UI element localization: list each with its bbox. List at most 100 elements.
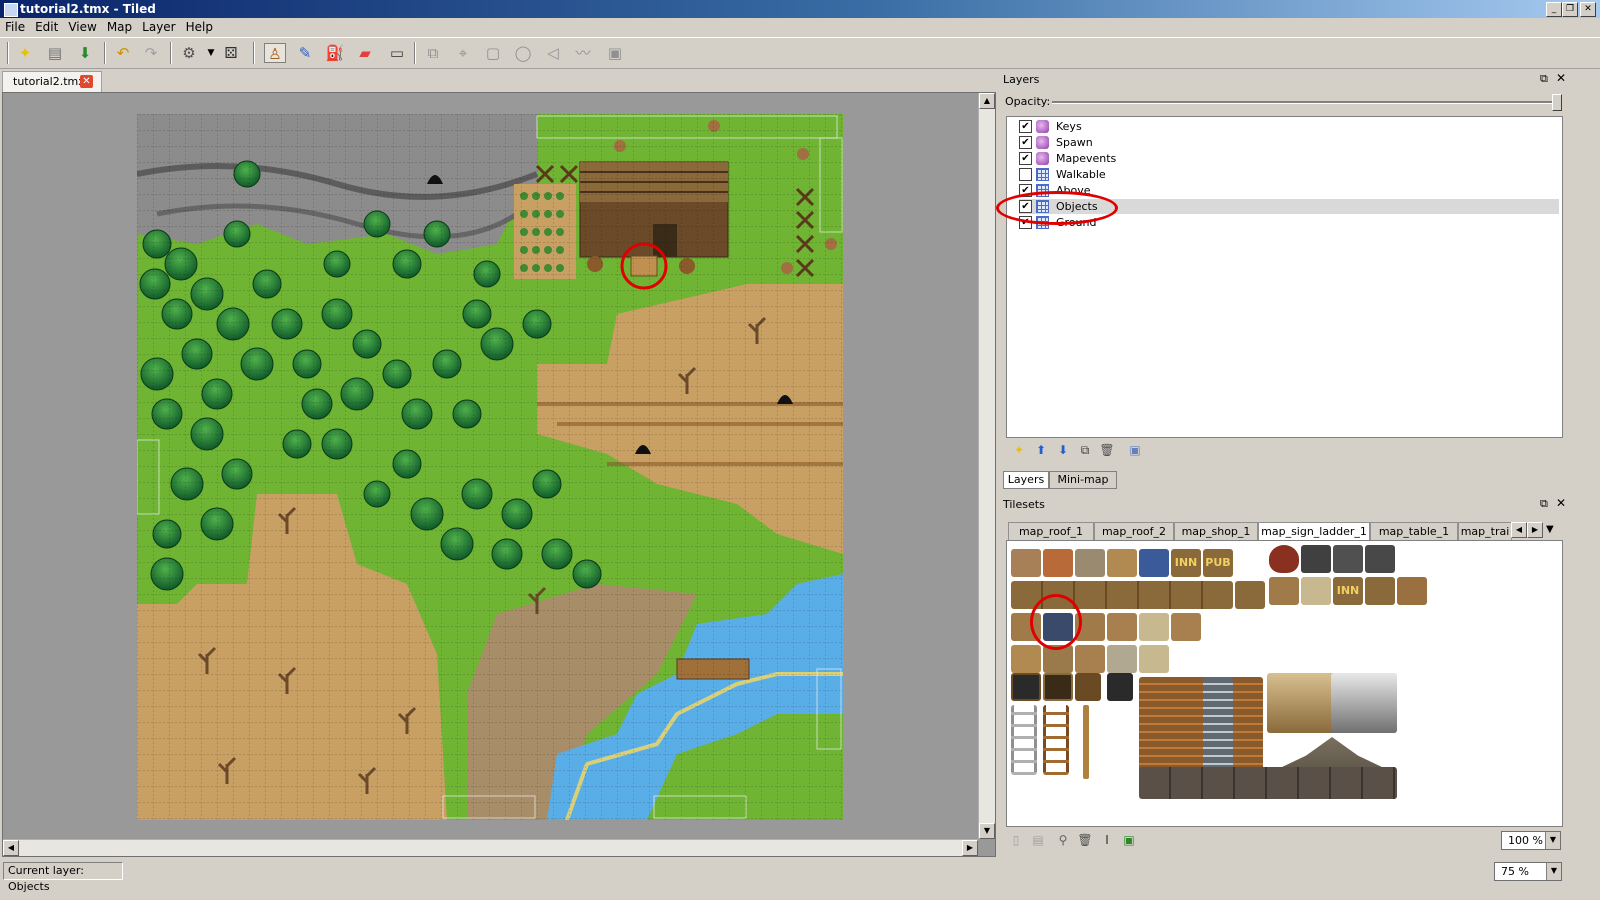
insert-polyline-icon[interactable]: 〰 xyxy=(572,43,594,63)
edit-polygons-icon[interactable]: ⌖ xyxy=(452,43,474,63)
dice-icon[interactable]: ⚄ xyxy=(220,43,242,63)
tileset-tab-map-roof-1[interactable]: map_roof_1 xyxy=(1008,522,1094,540)
tile-swatch[interactable] xyxy=(1269,577,1299,605)
tileset-properties-icon[interactable]: ⚲ xyxy=(1055,832,1071,848)
new-icon[interactable]: ✦ xyxy=(14,43,36,63)
tile-swatch[interactable] xyxy=(1139,549,1169,577)
tile-swatch[interactable] xyxy=(1397,577,1427,605)
menu-help[interactable]: Help xyxy=(181,18,218,36)
tile-swatch[interactable] xyxy=(1365,545,1395,573)
scroll-down-icon[interactable]: ▼ xyxy=(979,823,995,839)
select-objects-icon[interactable]: ⧉ xyxy=(422,43,444,63)
terrain-brush-icon[interactable]: ✎ xyxy=(294,43,316,63)
close-button[interactable]: ✕ xyxy=(1580,2,1596,17)
tile-swatch[interactable] xyxy=(1043,549,1073,577)
delete-layer-icon[interactable]: 🗑 xyxy=(1099,442,1115,458)
vertical-scrollbar[interactable]: ▲ ▼ xyxy=(978,93,995,839)
edit-terrain-icon[interactable]: ▣ xyxy=(1121,832,1137,848)
close-panel-icon[interactable]: ✕ xyxy=(1556,71,1566,85)
inn-sign-tile-2[interactable]: INN xyxy=(1333,577,1363,605)
layer-row-walkable[interactable]: Walkable xyxy=(1019,167,1559,182)
scroll-left-icon[interactable]: ◀ xyxy=(3,840,19,856)
opacity-slider-track[interactable] xyxy=(1052,101,1558,104)
opacity-slider-handle[interactable] xyxy=(1552,94,1562,111)
tile-swatch[interactable] xyxy=(1075,673,1101,701)
insert-polygon-icon[interactable]: ◁ xyxy=(542,43,564,63)
minimize-button[interactable]: _ xyxy=(1546,2,1562,17)
tileset-tab-map-table-1[interactable]: map_table_1 xyxy=(1370,522,1458,540)
tileset-view[interactable]: INN PUB INN xyxy=(1006,540,1563,827)
tab-layers[interactable]: Layers xyxy=(1003,471,1049,489)
layer-row-mapevents[interactable]: ✔ Mapevents xyxy=(1019,151,1559,166)
layer-visibility-checkbox[interactable]: ✔ xyxy=(1019,136,1032,149)
tab-scroll-right-icon[interactable]: ▶ xyxy=(1527,522,1543,538)
ladder-tile[interactable] xyxy=(1011,705,1037,775)
tile-swatch[interactable] xyxy=(1139,767,1397,799)
tileset-tab-map-shop-1[interactable]: map_shop_1 xyxy=(1174,522,1258,540)
layer-visibility-checkbox[interactable] xyxy=(1019,168,1032,181)
tile-swatch[interactable] xyxy=(1269,545,1299,573)
menu-map[interactable]: Map xyxy=(102,18,137,36)
layer-row-keys[interactable]: ✔ Keys xyxy=(1019,119,1559,134)
tile-swatch[interactable] xyxy=(1301,545,1331,573)
layer-visibility-checkbox[interactable]: ✔ xyxy=(1019,120,1032,133)
layer-row-spawn[interactable]: ✔ Spawn xyxy=(1019,135,1559,150)
menu-file[interactable]: File xyxy=(0,18,30,36)
redo-icon[interactable]: ↷ xyxy=(140,43,162,63)
insert-tile-icon[interactable]: ▣ xyxy=(604,43,626,63)
tile-swatch[interactable] xyxy=(1235,581,1265,609)
random-icon[interactable]: ⚙ xyxy=(178,43,200,63)
tile-swatch[interactable] xyxy=(1107,673,1133,701)
float-panel-icon[interactable]: ⧉ xyxy=(1540,497,1548,511)
open-icon[interactable]: ▤ xyxy=(44,43,66,63)
tile-map-canvas[interactable] xyxy=(137,114,843,820)
eraser-icon[interactable]: ▰ xyxy=(354,43,376,63)
scroll-right-icon[interactable]: ▶ xyxy=(962,840,978,856)
tileset-tab-map-trai[interactable]: map_trai xyxy=(1458,522,1512,540)
add-layer-icon[interactable]: ✦ xyxy=(1011,442,1027,458)
close-tab-icon[interactable]: ✕ xyxy=(80,75,93,88)
insert-rectangle-icon[interactable]: ▢ xyxy=(482,43,504,63)
chevron-down-icon[interactable]: ▼ xyxy=(200,43,222,63)
tab-list-chevron-down-icon[interactable]: ▼ xyxy=(1546,524,1554,535)
horizontal-scrollbar[interactable]: ◀ ▶ xyxy=(3,839,978,856)
tile-swatch[interactable] xyxy=(1107,549,1137,577)
chevron-down-icon[interactable]: ▼ xyxy=(1546,863,1561,880)
import-tileset-icon[interactable]: ▤ xyxy=(1030,832,1046,848)
tile-swatch[interactable] xyxy=(1011,549,1041,577)
layer-visibility-checkbox[interactable]: ✔ xyxy=(1019,152,1032,165)
rope-ladder-tile[interactable] xyxy=(1043,705,1069,775)
tileset-zoom-select[interactable]: 100 % ▼ xyxy=(1501,831,1561,850)
tab-scroll-left-icon[interactable]: ◀ xyxy=(1511,522,1527,538)
tile-swatch[interactable] xyxy=(1107,645,1137,673)
tile-swatch[interactable] xyxy=(1365,577,1395,605)
menu-edit[interactable]: Edit xyxy=(30,18,63,36)
layer-properties-icon[interactable]: ▣ xyxy=(1127,442,1143,458)
save-icon[interactable]: ⬇ xyxy=(74,43,96,63)
tile-swatch[interactable] xyxy=(1043,673,1073,701)
float-panel-icon[interactable]: ⧉ xyxy=(1540,72,1548,86)
duplicate-layer-icon[interactable]: ⧉ xyxy=(1077,442,1093,458)
document-tab[interactable]: tutorial2.tmx ✕ xyxy=(2,71,102,92)
delete-tileset-icon[interactable]: 🗑 xyxy=(1077,832,1093,848)
tile-swatch[interactable] xyxy=(1075,549,1105,577)
scroll-up-icon[interactable]: ▲ xyxy=(979,93,995,109)
close-panel-icon[interactable]: ✕ xyxy=(1556,496,1566,510)
tile-swatch[interactable] xyxy=(1139,645,1169,673)
undo-icon[interactable]: ↶ xyxy=(112,43,134,63)
insert-ellipse-icon[interactable]: ◯ xyxy=(512,43,534,63)
rope-tile[interactable] xyxy=(1083,705,1089,779)
chevron-down-icon[interactable]: ▼ xyxy=(1545,832,1560,849)
menu-view[interactable]: View xyxy=(63,18,101,36)
stamp-brush-icon[interactable]: ♙ xyxy=(264,43,286,63)
text-cursor-icon[interactable]: I xyxy=(1099,832,1115,848)
tile-swatch[interactable] xyxy=(1011,673,1041,701)
tile-swatch[interactable] xyxy=(1107,613,1137,641)
layer-list[interactable]: ✔ Keys ✔ Spawn ✔ Mapevents Walkable ✔ Ab… xyxy=(1006,116,1563,438)
tile-swatch[interactable] xyxy=(1075,645,1105,673)
tile-swatch[interactable] xyxy=(1171,613,1201,641)
tileset-tab-map-sign-ladder-1[interactable]: map_sign_ladder_1 xyxy=(1258,522,1370,540)
tile-swatch[interactable] xyxy=(1333,545,1363,573)
tile-swatch[interactable] xyxy=(1301,577,1331,605)
tile-swatch[interactable] xyxy=(1139,613,1169,641)
